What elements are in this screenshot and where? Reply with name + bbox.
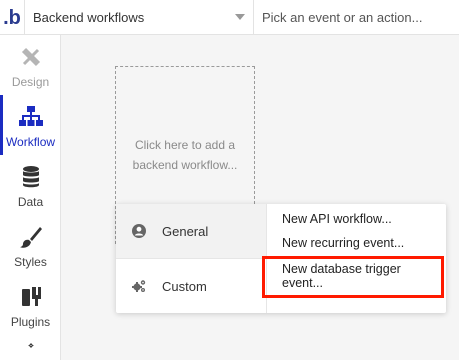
logo-mark: .b: [3, 6, 21, 29]
new-database-trigger-event-option[interactable]: New database trigger event...: [282, 262, 401, 290]
placeholder-text: Click here to add a backend workflow...: [132, 138, 238, 172]
plugin-icon: [21, 287, 41, 306]
menu-category-label: General: [162, 223, 209, 239]
sidebar-item-settings[interactable]: [0, 335, 61, 360]
sidebar-item-data[interactable]: Data: [0, 155, 61, 215]
chevron-down-icon: [235, 14, 245, 20]
sidebar: Design Workflow Data Styles Plugins: [0, 35, 61, 360]
user-icon: [132, 224, 146, 238]
option-label-line1: New database trigger: [282, 262, 401, 276]
sidebar-item-label: Styles: [14, 255, 47, 269]
top-bar: .b Backend workflows Pick an event or an…: [0, 0, 459, 35]
sidebar-item-plugins[interactable]: Plugins: [0, 275, 61, 335]
events-dropdown[interactable]: Pick an event or an action...: [254, 0, 459, 35]
bubble-logo[interactable]: .b: [0, 0, 24, 35]
new-api-workflow-option[interactable]: New API workflow...: [282, 212, 392, 226]
sidebar-item-workflow[interactable]: Workflow: [0, 95, 61, 155]
option-label-line2: event...: [282, 276, 323, 290]
workflows-dropdown-label: Backend workflows: [33, 10, 145, 25]
app-window: .b Backend workflows Pick an event or an…: [0, 0, 459, 360]
brush-icon: [19, 227, 42, 248]
menu-category-label: Custom: [162, 278, 207, 294]
menu-column-divider: [266, 204, 267, 313]
sidebar-item-styles[interactable]: Styles: [0, 215, 61, 275]
gears-icon: [132, 280, 146, 292]
sidebar-item-label: Data: [17, 195, 44, 209]
sidebar-item-label: Design: [11, 75, 50, 89]
design-icon: [21, 47, 40, 67]
database-icon: [22, 166, 39, 188]
menu-category-custom[interactable]: Custom: [116, 259, 266, 313]
sidebar-item-label: Plugins: [10, 315, 51, 329]
new-recurring-event-option[interactable]: New recurring event...: [282, 236, 404, 250]
menu-category-general[interactable]: General: [116, 204, 266, 258]
sidebar-item-design[interactable]: Design: [0, 35, 61, 95]
workflows-dropdown[interactable]: Backend workflows: [24, 0, 254, 35]
gear-icon: [28, 343, 33, 348]
new-workflow-menu: General Custom New API workflow... New r…: [116, 204, 446, 313]
events-dropdown-label: Pick an event or an action...: [262, 10, 423, 25]
sidebar-item-label: Workflow: [5, 135, 56, 149]
workflow-icon: [18, 106, 43, 126]
